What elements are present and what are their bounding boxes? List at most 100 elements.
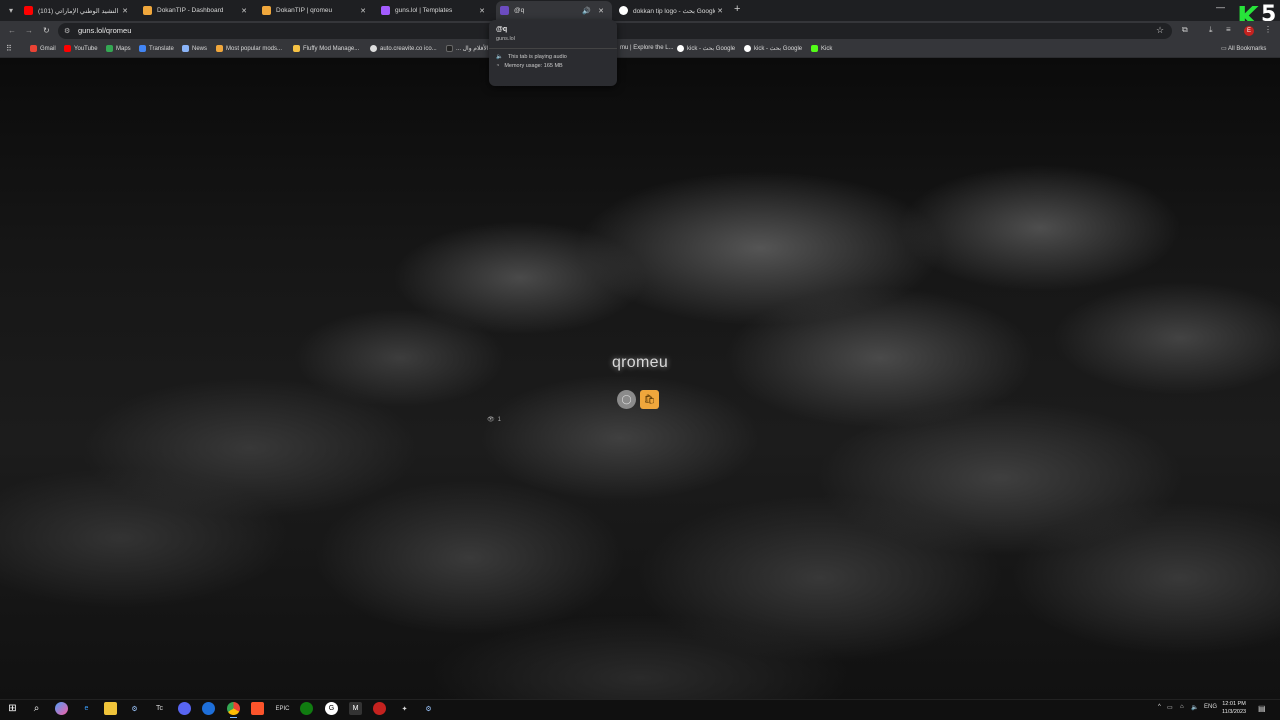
bookmark-label: ... الأفلام وال [456, 46, 489, 52]
tray-volume-icon[interactable]: 🔈 [1191, 704, 1198, 711]
language-indicator[interactable]: ENG [1204, 704, 1217, 710]
bookmark-explore[interactable]: mu | Explore the L... [620, 45, 674, 51]
media-icon[interactable]: ≡ [1226, 25, 1231, 34]
eye-icon: 👁 [487, 417, 495, 423]
tab-title: dokkan tip logo - بحث Google [633, 7, 715, 15]
tab-gunslol-templates[interactable]: guns.lol | Templates ✕ [377, 1, 493, 20]
google-icon [677, 45, 684, 52]
m-app-icon[interactable]: M [349, 702, 362, 715]
tab-close-icon[interactable]: ✕ [715, 7, 725, 15]
url-text[interactable]: guns.lol/qromeu [78, 26, 131, 35]
record-app-icon[interactable] [373, 702, 386, 715]
bookmark-label: News [192, 45, 208, 52]
bookmark-mods[interactable]: Most popular mods... [216, 45, 282, 52]
tab-close-icon[interactable]: ✕ [239, 7, 249, 15]
bookmark-creavite[interactable]: auto.creavite.co ico... [370, 45, 437, 52]
bookmark-translate[interactable]: Translate [139, 45, 174, 52]
tab-anthem[interactable]: (101) النشيد الوطني الإماراتي - ... ✕ [20, 1, 136, 20]
tab-close-icon[interactable]: ✕ [477, 7, 487, 15]
memory-status-text: Memory usage: 165 MB [504, 63, 563, 69]
tab-title: (101) النشيد الوطني الإماراتي - ... [38, 7, 120, 15]
tab-title: guns.lol | Templates [395, 7, 453, 14]
bookmark-gmail[interactable]: Gmail [30, 45, 56, 52]
tray-network-icon[interactable]: ▭ [1167, 704, 1173, 711]
profile-name: qromeu [611, 354, 669, 371]
minimize-icon[interactable]: — [1216, 2, 1225, 12]
tab-search-icon[interactable]: ▾ [4, 4, 18, 17]
extensions-icon[interactable]: ⧉ [1182, 25, 1188, 35]
new-tab-button[interactable]: + [734, 3, 740, 15]
tab-google-search[interactable]: dokkan tip logo - بحث Google ✕ [615, 1, 731, 20]
download-icon[interactable]: ⤓ [1209, 25, 1213, 35]
g-app-icon[interactable]: G [325, 702, 338, 715]
badge-row: ◯ 🛍 [617, 390, 659, 409]
bookmark-youtube[interactable]: YouTube [64, 45, 98, 52]
menu-icon[interactable]: ⋮ [1264, 25, 1272, 34]
bookmark-kick[interactable]: Kick [811, 45, 832, 52]
hover-card-url: guns.lol [496, 36, 515, 42]
creavite-icon [370, 45, 377, 52]
google-icon [744, 45, 751, 52]
epic-icon[interactable]: EPIC [276, 702, 290, 715]
steam-icon[interactable]: ⚙ [128, 702, 141, 715]
bookmark-maps[interactable]: Maps [106, 45, 131, 52]
tab-close-icon[interactable]: ✕ [596, 7, 606, 15]
memory-status: ◔ Memory usage: 165 MB [496, 63, 610, 69]
mods-icon [216, 45, 223, 52]
text-app-icon[interactable]: Tc [153, 702, 166, 715]
kick-icon [811, 45, 818, 52]
bag-badge-icon[interactable]: 🛍 [640, 390, 659, 409]
notification-icon[interactable]: ▤ [1258, 704, 1266, 713]
site-info-icon[interactable]: ⚙ [64, 27, 70, 35]
tab-dokantip-qromeu[interactable]: DokanTIP | qromeu ✕ [258, 1, 374, 20]
discord-icon[interactable] [178, 702, 191, 715]
movies-icon [446, 45, 453, 52]
audio-status: 🔈 This tab is playing audio [496, 54, 610, 60]
tab-active-q[interactable]: @q 🔊 ✕ [496, 1, 612, 20]
bookmark-movies[interactable]: ... الأفلام وال [446, 45, 489, 52]
maps-icon [106, 45, 113, 52]
tab-title: DokanTIP | qromeu [276, 7, 333, 14]
bookmark-kick-search-1[interactable]: kick - بحث Google [677, 45, 735, 52]
copilot-icon[interactable] [55, 702, 68, 715]
tray-chevron-icon[interactable]: ^ [1158, 704, 1161, 710]
clock[interactable]: 12:01 PM 11/3/2023 [1222, 700, 1246, 716]
gunslol-favicon-icon [381, 6, 390, 15]
file-explorer-icon[interactable] [104, 702, 117, 715]
bookmark-star-icon[interactable]: ☆ [1156, 25, 1164, 36]
tray-wifi-icon[interactable]: ⌂ [1180, 704, 1184, 710]
search-icon[interactable]: ⌕ [30, 702, 43, 715]
xbox-icon[interactable] [300, 702, 313, 715]
edge-icon[interactable]: e [80, 702, 93, 715]
tab-close-icon[interactable]: ✕ [358, 7, 368, 15]
bookmark-label: kick - بحث Google [687, 46, 736, 52]
steam-app-icon[interactable]: ⚙ [422, 702, 435, 715]
chrome-icon[interactable] [227, 702, 240, 718]
back-icon[interactable]: ← [8, 26, 16, 35]
avatar[interactable]: E [1244, 26, 1254, 36]
tab-dokantip-dashboard[interactable]: DokanTIP - Dashboard ✕ [139, 1, 255, 20]
speaker-icon[interactable]: 🔊 [582, 7, 591, 15]
tab-close-icon[interactable]: ✕ [120, 7, 130, 15]
windows-start-icon[interactable]: ⊞ [6, 702, 19, 715]
app-blue-icon[interactable] [202, 702, 215, 715]
hover-card-divider [489, 48, 617, 49]
fluffy-icon [293, 45, 300, 52]
apps-grid-icon[interactable]: ⠿ [6, 44, 12, 53]
clock-date: 11/3/2023 [1222, 709, 1247, 715]
all-bookmarks-label: All Bookmarks [1228, 46, 1267, 52]
audio-status-text: This tab is playing audio [507, 54, 567, 60]
tab-title: DokanTIP - Dashboard [157, 7, 224, 14]
tool-app-icon[interactable]: ✦ [398, 702, 411, 715]
bookmark-fluffy[interactable]: Fluffy Mod Manage... [293, 45, 359, 52]
reload-icon[interactable]: ↻ [43, 26, 50, 35]
forward-icon[interactable]: → [25, 26, 33, 35]
view-counter: 👁 1 [487, 416, 501, 424]
all-bookmarks[interactable]: ▭ All Bookmarks [1221, 45, 1266, 52]
brave-icon[interactable] [251, 702, 264, 715]
bookmark-news[interactable]: News [182, 45, 207, 52]
bookmark-kick-search-2[interactable]: kick - بحث Google [744, 45, 802, 52]
circle-badge-icon[interactable]: ◯ [617, 390, 636, 409]
dokantip-favicon-icon [262, 6, 271, 15]
hover-card-title: @q [496, 26, 508, 33]
